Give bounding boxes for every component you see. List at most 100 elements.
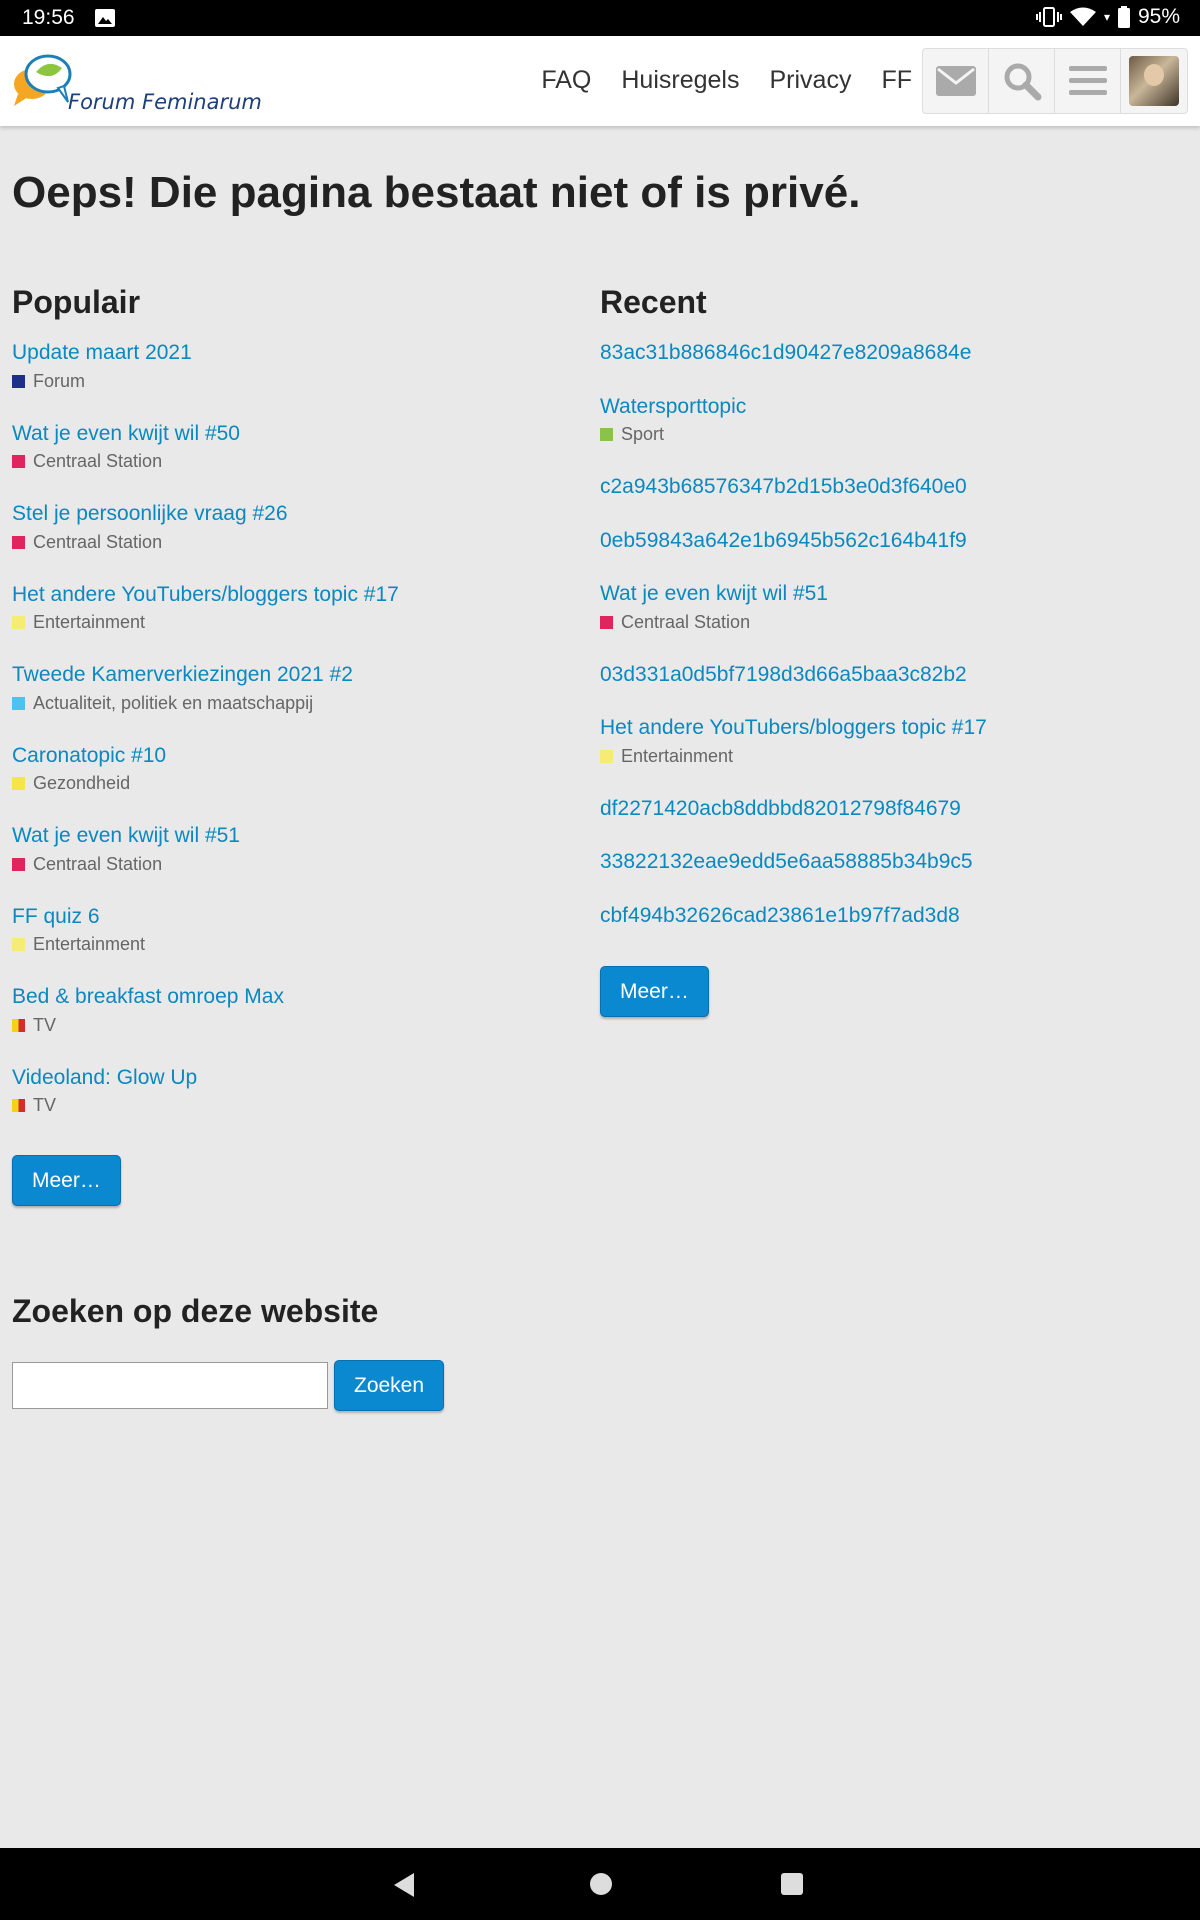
gallery-icon <box>95 9 115 27</box>
topic-category[interactable]: Centraal Station <box>12 851 572 877</box>
topic-link[interactable]: FF quiz 6 <box>12 902 572 932</box>
topic-item: FF quiz 6 Entertainment <box>12 902 572 983</box>
category-label: TV <box>33 1014 57 1035</box>
topic-link[interactable]: Wat je even kwijt wil #51 <box>600 579 1180 609</box>
envelope-icon <box>935 66 976 96</box>
signal-arrow-icon: ▾ <box>1103 10 1110 24</box>
category-color-swatch <box>600 428 613 441</box>
search-submit-button[interactable]: Zoeken <box>334 1360 445 1411</box>
topic-category[interactable]: Gezondheid <box>12 771 572 797</box>
topic-category[interactable]: Sport <box>600 422 1180 448</box>
topic-category[interactable]: Centraal Station <box>600 609 1180 635</box>
topic-item: Het andere YouTubers/bloggers topic #17 E… <box>600 713 1180 794</box>
recent-section: Recent 83ac31b886846c1d90427e8209a8684e W… <box>600 284 1180 1017</box>
topic-link[interactable]: Update maart 2021 <box>12 338 572 368</box>
topic-item: 0eb59843a642e1b6945b562c164b41f9 <box>600 526 1180 580</box>
category-color-swatch <box>12 777 25 790</box>
topic-item: df2271420acb8ddbbd82012798f84679 <box>600 794 1180 848</box>
messages-button[interactable] <box>923 49 989 113</box>
status-bar: 19:56 ▾ 95% <box>0 0 1200 36</box>
topic-link[interactable]: Watersporttopic <box>600 392 1180 422</box>
topic-link[interactable]: Wat je even kwijt wil #50 <box>12 419 572 449</box>
topic-item: Tweede Kamerverkiezingen 2021 #2 Actualit… <box>12 660 572 741</box>
topic-item: Wat je even kwijt wil #51 Centraal Statio… <box>12 821 572 902</box>
category-label: Entertainment <box>33 934 146 954</box>
category-color-swatch <box>12 857 25 871</box>
category-label: TV <box>33 1095 57 1115</box>
topic-link[interactable]: Videoland: Glow Up <box>12 1063 572 1093</box>
wifi-icon <box>1069 7 1096 26</box>
topic-link[interactable]: 33822132eae9edd5e6aa58885b34b9c5 <box>600 847 1180 877</box>
topic-link[interactable]: c2a943b68576347b2d15b3e0d3f640e0 <box>600 472 1180 502</box>
topic-category[interactable]: Centraal Station <box>12 529 572 555</box>
page-title: Oeps! Die pagina bestaat niet of is priv… <box>12 168 861 217</box>
topic-category[interactable]: Entertainment <box>12 610 572 636</box>
nav-faq[interactable]: FAQ <box>541 66 591 95</box>
status-right: ▾ 95% <box>1035 5 1180 29</box>
topic-item: Update maart 2021 Forum <box>12 338 572 419</box>
topic-link[interactable]: 0eb59843a642e1b6945b562c164b41f9 <box>600 526 1180 556</box>
category-label: Centraal Station <box>33 531 163 552</box>
recents-icon[interactable] <box>780 1872 804 1896</box>
topic-category[interactable]: Entertainment <box>600 743 1180 769</box>
menu-button[interactable] <box>1055 49 1121 113</box>
topic-item: Het andere YouTubers/bloggers topic #17 E… <box>12 580 572 661</box>
topic-category[interactable]: TV <box>12 1093 572 1119</box>
topic-item: Watersporttopic Sport <box>600 392 1180 473</box>
topic-link[interactable]: Het andere YouTubers/bloggers topic #17 <box>600 713 1180 743</box>
topic-category[interactable]: Forum <box>12 368 572 394</box>
category-label: Gezondheid <box>33 773 131 793</box>
category-color-swatch <box>600 615 613 629</box>
topic-item: Wat je even kwijt wil #50 Centraal Statio… <box>12 419 572 500</box>
topic-link[interactable]: Wat je even kwijt wil #51 <box>12 821 572 851</box>
topic-category[interactable]: Centraal Station <box>12 449 572 475</box>
topic-link[interactable]: Tweede Kamerverkiezingen 2021 #2 <box>12 660 572 690</box>
topic-item: Wat je even kwijt wil #51 Centraal Statio… <box>600 579 1180 660</box>
topic-item: Videoland: Glow Up TV <box>12 1063 572 1144</box>
category-label: Forum <box>33 370 86 391</box>
popular-list: Update maart 2021 Forum Wat je even kwijt … <box>12 338 572 1143</box>
nav-huisregels[interactable]: Huisregels <box>621 66 739 95</box>
category-color-swatch <box>12 535 25 549</box>
recent-list: 83ac31b886846c1d90427e8209a8684e Waterspo… <box>600 338 1180 954</box>
user-menu-button[interactable] <box>1121 49 1187 113</box>
site-logo[interactable]: Forum Feminarum <box>12 50 262 114</box>
category-color-swatch <box>12 696 25 710</box>
topic-item: c2a943b68576347b2d15b3e0d3f640e0 <box>600 472 1180 526</box>
topic-link[interactable]: 83ac31b886846c1d90427e8209a8684e <box>600 338 1180 368</box>
category-label: Centraal Station <box>33 853 163 874</box>
topic-item: Caronatopic #10 Gezondheid <box>12 741 572 822</box>
recent-more-button[interactable]: Meer… <box>600 966 709 1017</box>
topic-category[interactable]: Actualiteit, politiek en maatschappij <box>12 690 572 716</box>
popular-more-button[interactable]: Meer… <box>12 1155 121 1206</box>
topic-link[interactable]: Caronatopic #10 <box>12 741 572 771</box>
topic-category[interactable]: Entertainment <box>12 932 572 958</box>
topic-link[interactable]: df2271420acb8ddbbd82012798f84679 <box>600 794 1180 824</box>
nav-ff[interactable]: FF <box>881 66 912 95</box>
category-color-swatch <box>12 616 25 629</box>
battery-percent: 95% <box>1137 5 1180 28</box>
header-icon-bar <box>922 48 1188 114</box>
battery-icon <box>1117 6 1130 28</box>
category-label: Sport <box>621 424 665 444</box>
search-icon <box>1004 63 1041 101</box>
category-color-swatch <box>12 374 25 388</box>
home-icon[interactable] <box>589 1872 613 1896</box>
topic-item: 33822132eae9edd5e6aa58885b34b9c5 <box>600 847 1180 901</box>
topic-link[interactable]: 03d331a0d5bf7198d3d66a5baa3c82b2 <box>600 660 1180 690</box>
popular-heading: Populair <box>12 284 141 320</box>
topic-item: cbf494b32626cad23861e1b97f7ad3d8 <box>600 901 1180 955</box>
topic-category[interactable]: TV <box>12 1012 572 1038</box>
search-button[interactable] <box>989 49 1055 113</box>
category-color-swatch <box>12 938 25 951</box>
nav-privacy[interactable]: Privacy <box>769 66 851 95</box>
back-icon[interactable] <box>392 1872 418 1898</box>
search-input[interactable] <box>12 1362 328 1409</box>
site-header: Forum Feminarum FAQ Huisregels Privacy F… <box>0 36 1200 126</box>
topic-link[interactable]: Het andere YouTubers/bloggers topic #17 <box>12 580 572 610</box>
topic-link[interactable]: cbf494b32626cad23861e1b97f7ad3d8 <box>600 901 1180 931</box>
topic-link[interactable]: Bed & breakfast omroep Max <box>12 982 572 1012</box>
category-label: Actualiteit, politiek en maatschappij <box>33 692 314 713</box>
topic-link[interactable]: Stel je persoonlijke vraag #26 <box>12 499 572 529</box>
vibrate-icon <box>1035 7 1062 27</box>
